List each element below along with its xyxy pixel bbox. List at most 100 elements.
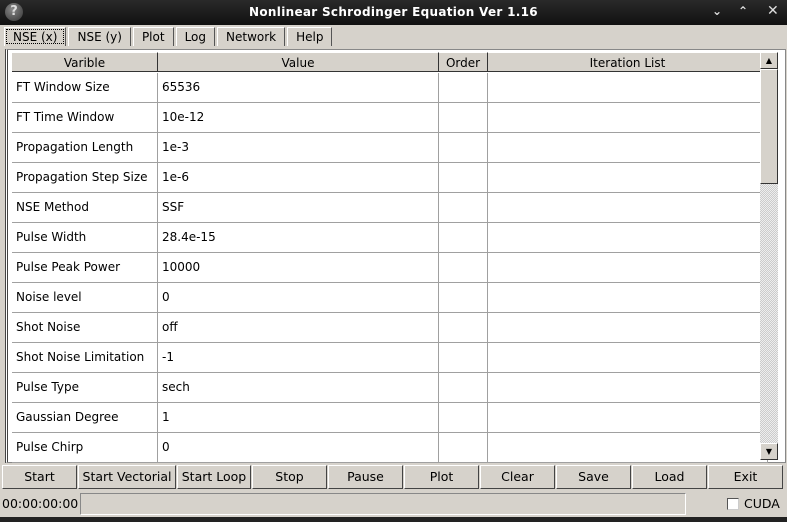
order-cell[interactable]	[439, 433, 488, 463]
column-header-variable[interactable]: Varible	[12, 52, 158, 72]
table-row[interactable]: Pulse Width 28.4e-15	[12, 223, 768, 253]
table-body: FT Window Size 65536 FT Time Window 10e-12 P…	[12, 73, 768, 463]
variable-cell: NSE Method	[12, 193, 158, 223]
order-cell[interactable]	[439, 253, 488, 283]
table-row[interactable]: Shot Noise off	[12, 313, 768, 343]
iteration-cell[interactable]	[488, 103, 768, 133]
scroll-up-icon[interactable]: ▲	[760, 52, 778, 69]
iteration-cell[interactable]	[488, 193, 768, 223]
table-row[interactable]: FT Window Size 65536	[12, 73, 768, 103]
table-row[interactable]: Pulse Chirp 0	[12, 433, 768, 463]
window-title: Nonlinear Schrodinger Equation Ver 1.16	[249, 5, 538, 19]
window-bottom-border	[0, 517, 787, 522]
minimize-icon[interactable]: ⌄	[712, 4, 722, 18]
vertical-scrollbar[interactable]: ▲ ▼	[760, 52, 778, 460]
table-row[interactable]: Pulse Peak Power 10000	[12, 253, 768, 283]
cuda-checkbox[interactable]: CUDA	[727, 496, 780, 511]
table-row[interactable]: Noise level 0	[12, 283, 768, 313]
value-cell[interactable]: 65536	[158, 73, 439, 103]
value-cell[interactable]: 10000	[158, 253, 439, 283]
stop-button[interactable]: Stop	[252, 465, 327, 489]
variable-cell: Noise level	[12, 283, 158, 313]
value-cell[interactable]: SSF	[158, 193, 439, 223]
value-cell[interactable]: 1	[158, 403, 439, 433]
iteration-cell[interactable]	[488, 313, 768, 343]
order-cell[interactable]	[439, 223, 488, 253]
close-icon[interactable]: ✕	[767, 3, 779, 19]
table-row[interactable]: FT Time Window 10e-12	[12, 103, 768, 133]
variable-cell: Shot Noise	[12, 313, 158, 343]
order-cell[interactable]	[439, 403, 488, 433]
value-cell[interactable]: sech	[158, 373, 439, 403]
order-cell[interactable]	[439, 103, 488, 133]
value-cell[interactable]: 1e-3	[158, 133, 439, 163]
table-row[interactable]: NSE Method SSF	[12, 193, 768, 223]
table-row[interactable]: Propagation Length 1e-3	[12, 133, 768, 163]
tab-nse-x[interactable]: NSE (x)	[4, 27, 67, 46]
variable-cell: Pulse Chirp	[12, 433, 158, 463]
order-cell[interactable]	[439, 343, 488, 373]
cuda-label: CUDA	[744, 496, 780, 511]
tab-bar: NSE (x) NSE (y) Plot Log Network Help	[4, 27, 334, 46]
value-cell[interactable]: 0	[158, 433, 439, 463]
tab-plot[interactable]: Plot	[132, 27, 174, 46]
order-cell[interactable]	[439, 313, 488, 343]
load-button[interactable]: Load	[632, 465, 707, 489]
clear-button[interactable]: Clear	[480, 465, 555, 489]
iteration-cell[interactable]	[488, 253, 768, 283]
scroll-down-icon[interactable]: ▼	[760, 443, 778, 460]
exit-button[interactable]: Exit	[708, 465, 783, 489]
pause-button[interactable]: Pause	[328, 465, 403, 489]
iteration-cell[interactable]	[488, 433, 768, 463]
order-cell[interactable]	[439, 193, 488, 223]
tab-nse-y[interactable]: NSE (y)	[68, 27, 131, 46]
value-cell[interactable]: 1e-6	[158, 163, 439, 193]
plot-button[interactable]: Plot	[404, 465, 479, 489]
start-button[interactable]: Start	[2, 465, 77, 489]
variable-cell: Propagation Length	[12, 133, 158, 163]
maximize-icon[interactable]: ⌃	[738, 4, 748, 18]
column-header-iteration-list[interactable]: Iteration List	[488, 52, 768, 72]
iteration-cell[interactable]	[488, 283, 768, 313]
variable-cell: Propagation Step Size	[12, 163, 158, 193]
iteration-cell[interactable]	[488, 73, 768, 103]
table-row[interactable]: Pulse Type sech	[12, 373, 768, 403]
value-cell[interactable]: 0	[158, 283, 439, 313]
value-cell[interactable]: 10e-12	[158, 103, 439, 133]
value-cell[interactable]: 28.4e-15	[158, 223, 439, 253]
table-row[interactable]: Shot Noise Limitation -1	[12, 343, 768, 373]
column-header-order[interactable]: Order	[439, 52, 488, 72]
action-button-bar: Start Start Vectorial Start Loop Stop Pa…	[2, 465, 784, 489]
iteration-cell[interactable]	[488, 343, 768, 373]
start-loop-button[interactable]: Start Loop	[177, 465, 251, 489]
scroll-thumb[interactable]	[760, 69, 778, 184]
table-row[interactable]: Gaussian Degree 1	[12, 403, 768, 433]
variable-cell: Pulse Type	[12, 373, 158, 403]
variable-cell: Pulse Peak Power	[12, 253, 158, 283]
title-bar: ? Nonlinear Schrodinger Equation Ver 1.1…	[0, 0, 787, 25]
order-cell[interactable]	[439, 163, 488, 193]
column-header-value[interactable]: Value	[158, 52, 439, 72]
order-cell[interactable]	[439, 73, 488, 103]
order-cell[interactable]	[439, 373, 488, 403]
table-row[interactable]: Propagation Step Size 1e-6	[12, 163, 768, 193]
variable-cell: FT Time Window	[12, 103, 158, 133]
iteration-cell[interactable]	[488, 163, 768, 193]
value-cell[interactable]: -1	[158, 343, 439, 373]
iteration-cell[interactable]	[488, 373, 768, 403]
start-vectorial-button[interactable]: Start Vectorial	[78, 465, 176, 489]
variable-cell: Shot Noise Limitation	[12, 343, 158, 373]
iteration-cell[interactable]	[488, 133, 768, 163]
order-cell[interactable]	[439, 133, 488, 163]
iteration-cell[interactable]	[488, 403, 768, 433]
value-cell[interactable]: off	[158, 313, 439, 343]
tab-network[interactable]: Network	[217, 27, 286, 46]
order-cell[interactable]	[439, 283, 488, 313]
tab-help[interactable]: Help	[287, 27, 333, 46]
iteration-cell[interactable]	[488, 223, 768, 253]
save-button[interactable]: Save	[556, 465, 631, 489]
checkbox-box[interactable]	[727, 497, 739, 510]
tab-log[interactable]: Log	[175, 27, 215, 46]
parameter-table: Varible Value Order Iteration List FT Wi…	[5, 49, 786, 463]
elapsed-time: 00:00:00:00	[2, 496, 79, 511]
